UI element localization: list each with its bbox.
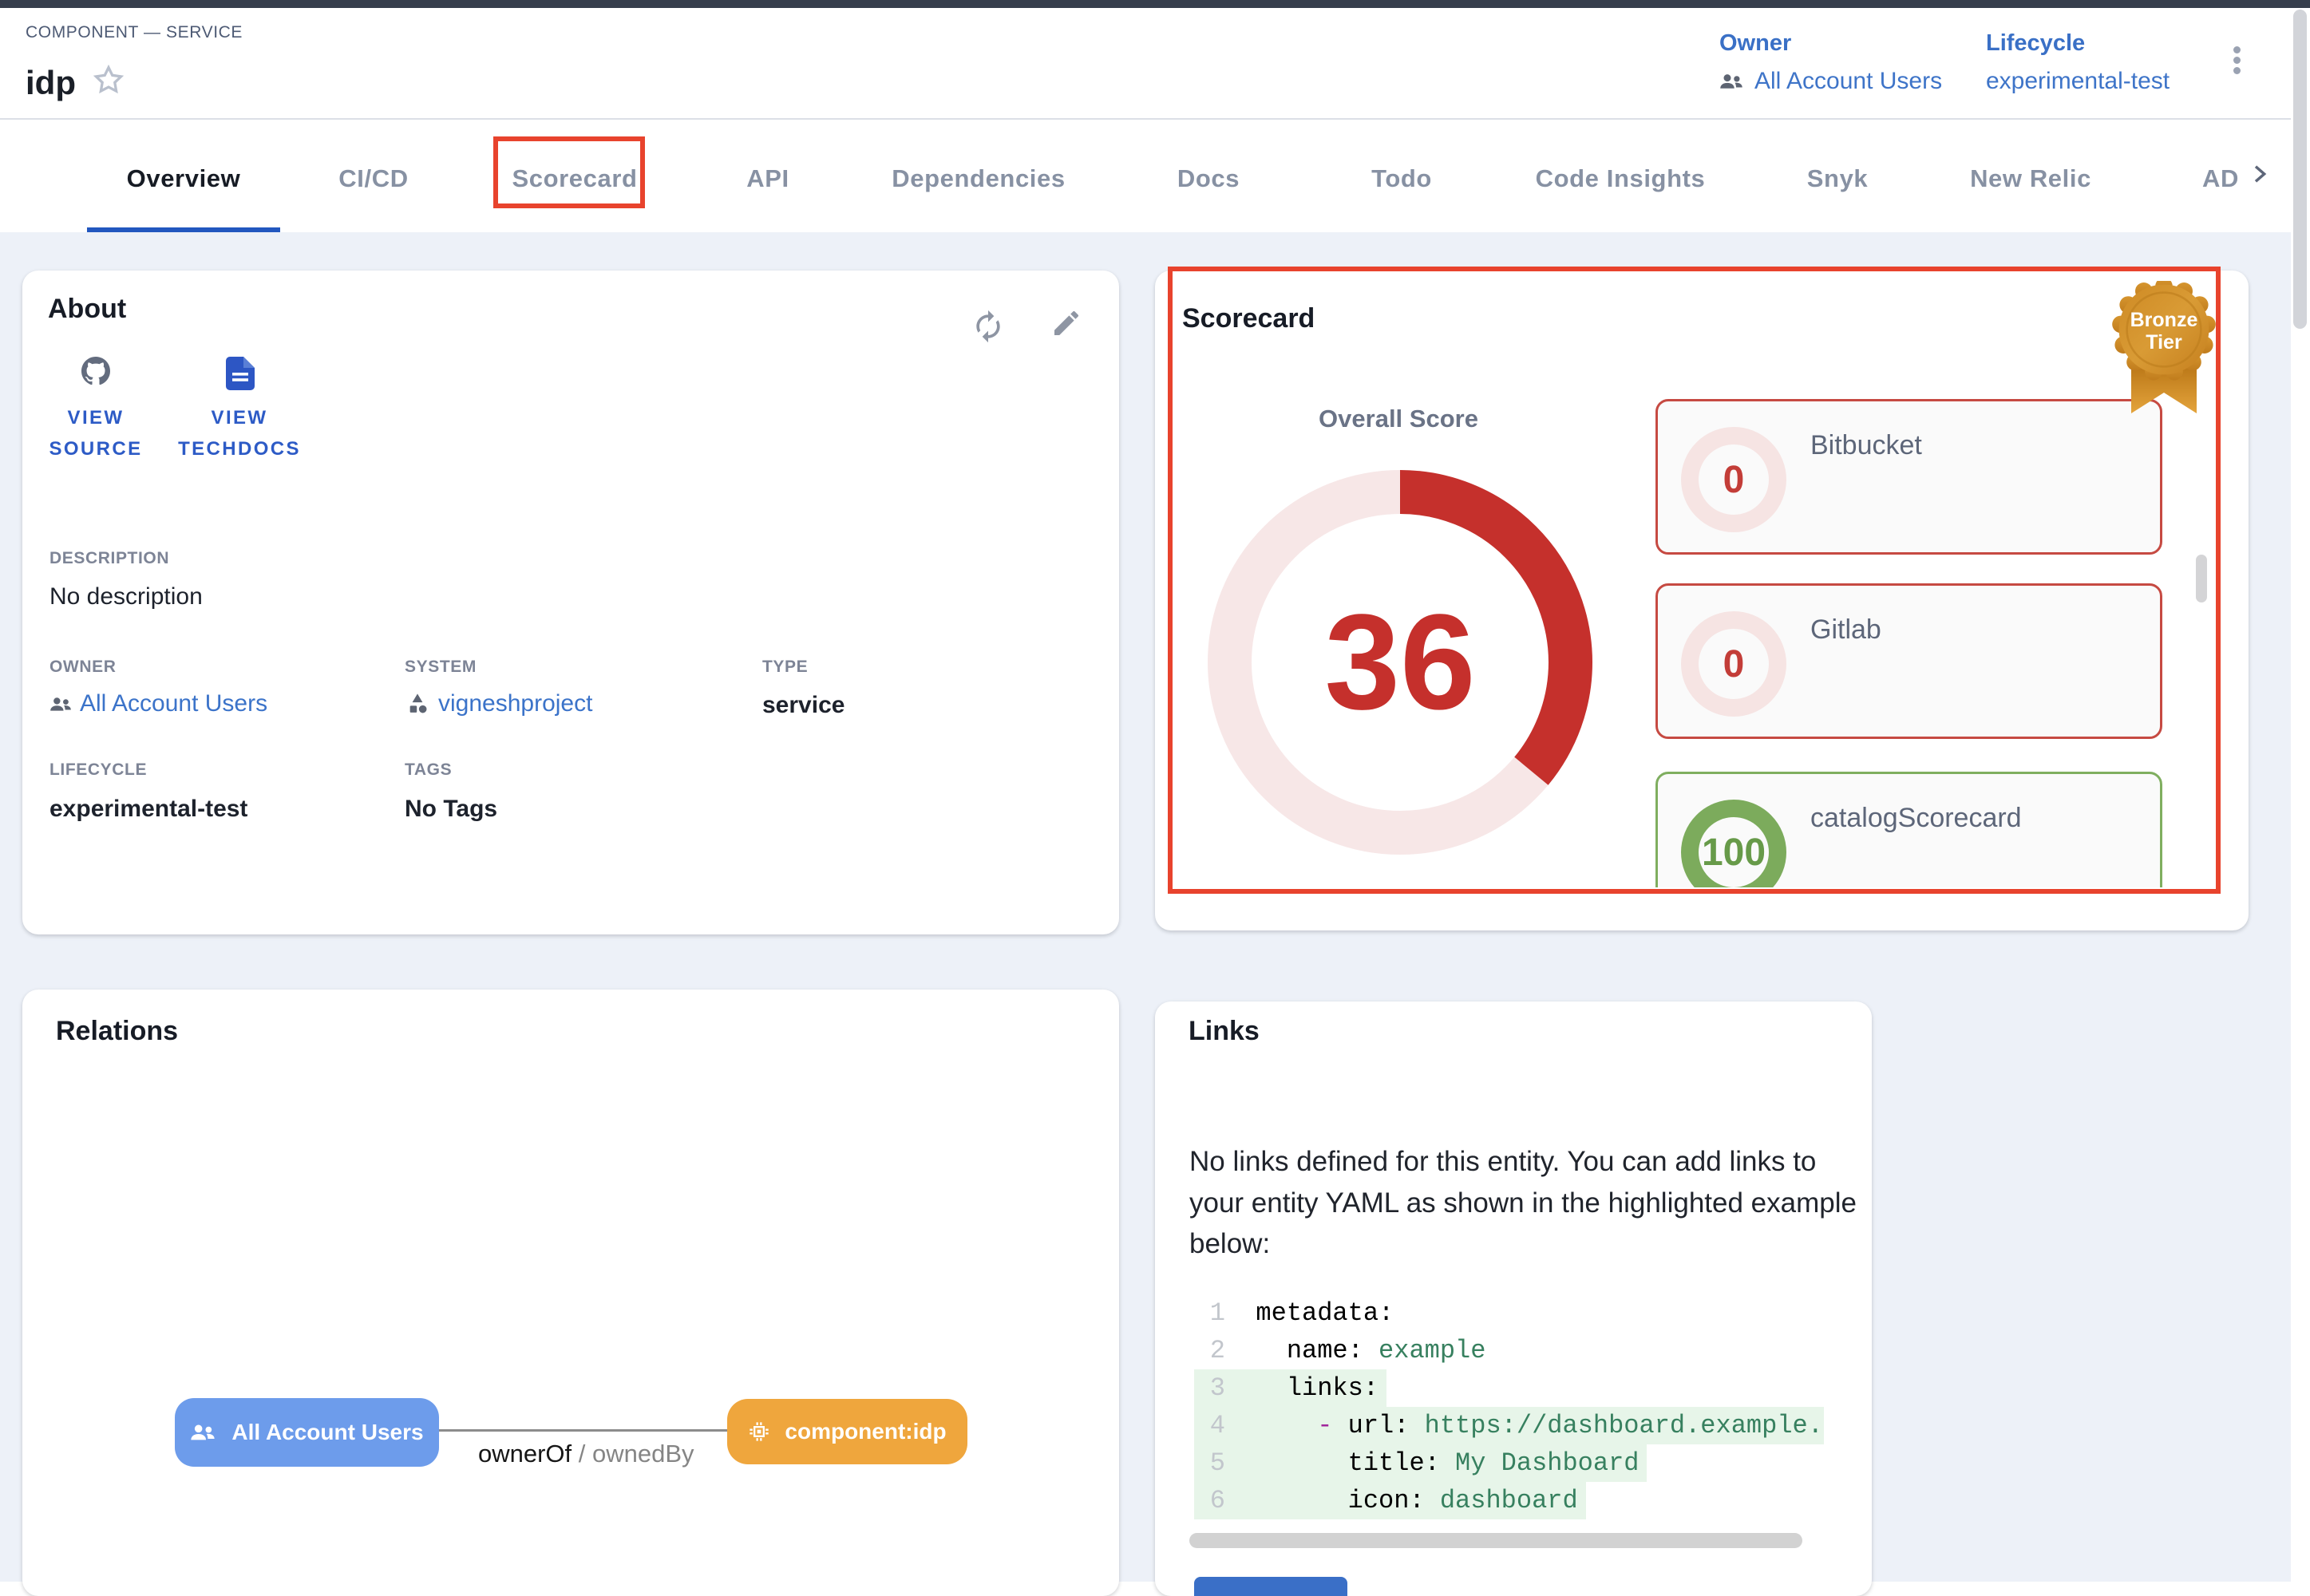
svg-text:Bronze: Bronze xyxy=(2130,309,2198,331)
svg-text:Tier: Tier xyxy=(2146,331,2182,354)
